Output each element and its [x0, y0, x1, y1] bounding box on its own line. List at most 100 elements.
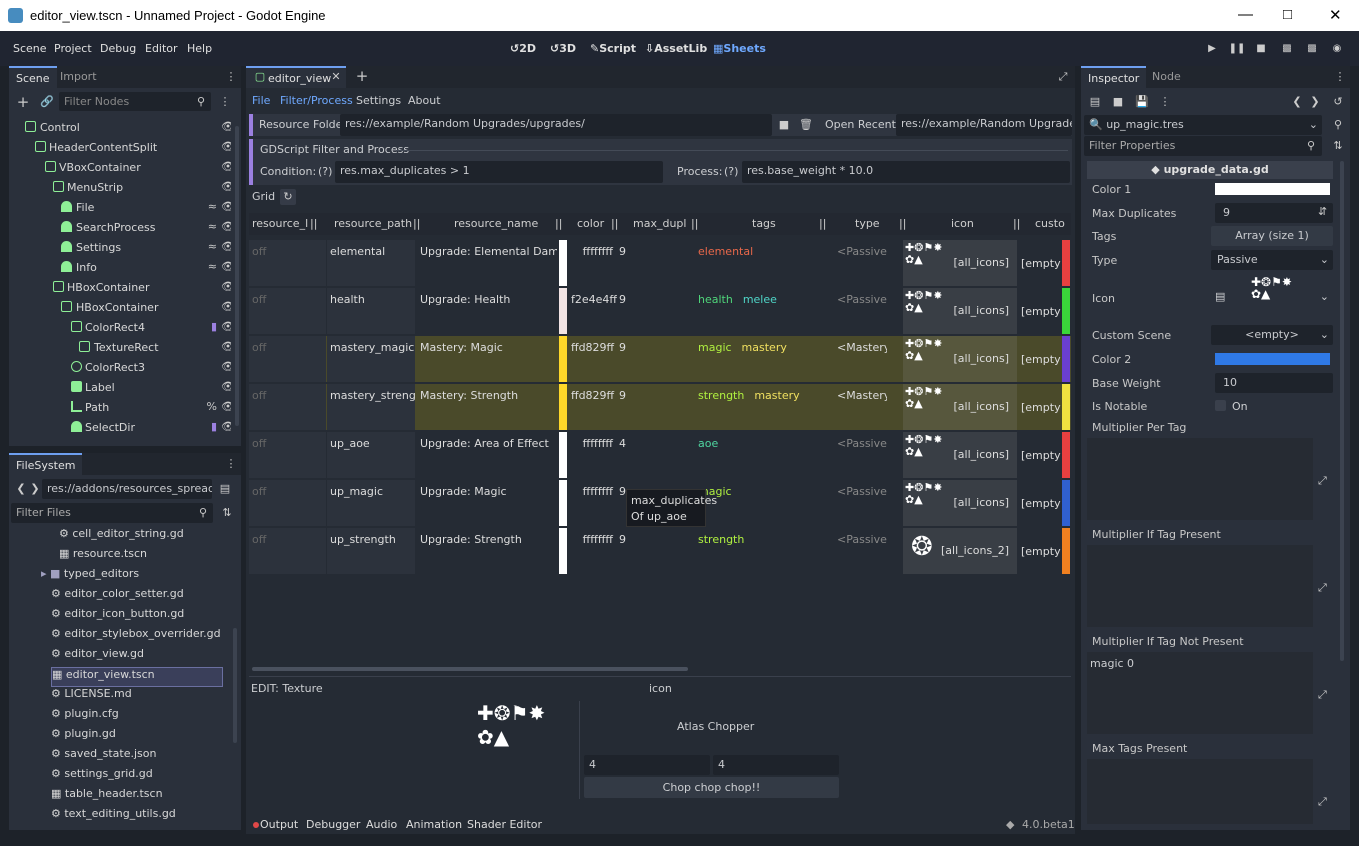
cell-custom[interactable]: [empty]	[1019, 528, 1061, 574]
visibility-icon[interactable]: 👁	[221, 340, 231, 353]
atlas-width-input[interactable]: 4	[584, 755, 710, 775]
cell-path[interactable]: mastery_magic	[327, 336, 415, 382]
column-header[interactable]: tags	[752, 217, 776, 230]
list-item[interactable]: ⚙ plugin.gd	[51, 727, 116, 747]
column-separator[interactable]: ||	[611, 217, 618, 230]
color-swatch[interactable]	[559, 480, 567, 526]
movie-icon[interactable]: ◉	[1328, 40, 1346, 58]
filesystem-scrollbar[interactable]	[233, 628, 237, 743]
tab-node[interactable]: Node	[1145, 66, 1188, 88]
process-input[interactable]: res.base_weight * 10.0	[742, 161, 1070, 183]
cell-name[interactable]: Mastery: Magic	[416, 336, 557, 382]
add-tab-icon[interactable]: +	[354, 68, 370, 84]
visibility-icon[interactable]: 👁	[221, 400, 231, 413]
history-forward-icon[interactable]: ❯	[1307, 94, 1323, 110]
table-row[interactable]: off mastery_magic Mastery: Magic ffd829ff 9 m…	[249, 336, 1071, 382]
expand-icon[interactable]: ⤢	[1318, 474, 1327, 488]
column-header[interactable]: resource_path	[334, 217, 412, 230]
cell-icon[interactable]: ✚❂⚑✸ ✿▲ [all_icons]	[903, 480, 1017, 526]
history-back-icon[interactable]: ❮	[1289, 94, 1305, 110]
column-header[interactable]: resource_l	[252, 217, 308, 230]
column-header[interactable]: max_dupl	[633, 217, 686, 230]
kebab-icon[interactable]: ⋮	[223, 69, 239, 85]
cell-tags[interactable]: health melee	[697, 288, 837, 334]
max-dup-spinbox[interactable]: 9	[1215, 203, 1333, 223]
cell-path[interactable]: up_magic	[327, 480, 415, 526]
cell-tags[interactable]: strength	[697, 528, 837, 574]
grid-hscrollbar[interactable]	[252, 667, 688, 671]
tab-shader-editor[interactable]: Shader Editor	[467, 818, 542, 831]
cell-path[interactable]: health	[327, 288, 415, 334]
list-item[interactable]: ⚙ editor_stylebox_overrider.gd	[51, 627, 221, 647]
cell-custom[interactable]: [empty]	[1019, 288, 1061, 334]
spin-arrows-icon[interactable]: ⇵	[1318, 205, 1327, 218]
cell-custom[interactable]: [empty]	[1019, 336, 1061, 382]
color-swatch[interactable]	[559, 288, 567, 334]
tree-item[interactable]: ColorRect3 👁	[13, 358, 231, 378]
cell-custom[interactable]: [empty]	[1019, 240, 1061, 286]
list-item[interactable]: ⚙ editor_icon_button.gd	[51, 607, 184, 627]
cell-tags[interactable]: magic mastery	[697, 336, 837, 382]
list-item[interactable]: ⚙ plugin.cfg	[51, 707, 119, 727]
cell-tags[interactable]: elemental	[697, 240, 837, 286]
cell-color[interactable]: ffffffff	[567, 240, 617, 286]
cell-dup[interactable]: 9	[619, 288, 689, 334]
list-item[interactable]: ⚙ text_editing_utils.gd	[51, 807, 176, 827]
cell-type[interactable]: <Passive>	[837, 240, 887, 286]
tree-item[interactable]: TextureRect 👁	[13, 338, 231, 358]
base-weight-input[interactable]: 10	[1215, 373, 1333, 393]
mult-if-not-editor[interactable]: magic 0	[1087, 652, 1313, 734]
visibility-icon[interactable]: 👁	[221, 200, 231, 213]
cell-dup[interactable]: 9	[619, 336, 689, 382]
tree-item[interactable]: ColorRect4 ▮ 👁	[13, 318, 231, 338]
maximize-icon[interactable]: □	[1283, 6, 1292, 23]
condition-help[interactable]: (?)	[318, 165, 332, 178]
cell-name[interactable]: Upgrade: Elemental Damage	[416, 240, 557, 286]
refresh-icon[interactable]: ↻	[280, 189, 296, 205]
path-input[interactable]: res://addons/resources_spreadshe	[42, 479, 212, 499]
table-row[interactable]: off health Upgrade: Health f2e4e4ff 9 health m…	[249, 288, 1071, 334]
tree-item[interactable]: HeaderContentSplit 👁	[13, 138, 231, 158]
inspector-scrollbar[interactable]	[1340, 161, 1344, 661]
tab-import[interactable]: Import	[53, 66, 104, 88]
column-separator[interactable]: ||	[310, 217, 317, 230]
cell-dup[interactable]: 9	[619, 528, 689, 574]
list-item[interactable]: ⚙ saved_state.json	[51, 747, 156, 767]
cell-color[interactable]: ffffffff	[567, 432, 617, 478]
list-item[interactable]: ⚙ LICENSE.md	[51, 687, 132, 707]
filter-files-input[interactable]: Filter Files	[11, 503, 213, 523]
type-dropdown[interactable]: Passive ⌄	[1211, 250, 1333, 270]
sort-icon[interactable]: ⇅	[219, 505, 235, 521]
kebab-icon[interactable]: ⋮	[223, 456, 239, 472]
color-swatch[interactable]	[559, 336, 567, 382]
table-row[interactable]: off up_strength Upgrade: Strength ffffffff 9…	[249, 528, 1071, 574]
cell-type[interactable]: <Passive>	[837, 288, 887, 334]
notable-checkbox[interactable]	[1215, 400, 1226, 411]
cell-custom[interactable]: [empty]	[1019, 480, 1061, 526]
tree-item[interactable]: Label 👁	[13, 378, 231, 398]
cell-lock[interactable]: off	[249, 336, 326, 382]
tags-array-button[interactable]: Array (size 1)	[1211, 226, 1333, 246]
menu-project[interactable]: Project	[54, 42, 92, 55]
visibility-icon[interactable]: 👁	[221, 260, 231, 273]
tree-item[interactable]: HBoxContainer 👁	[13, 278, 231, 298]
list-item-selected[interactable]: ▦ editor_view.tscn	[51, 667, 223, 687]
cell-name[interactable]: Upgrade: Magic	[416, 480, 557, 526]
link-icon[interactable]: 🔗	[39, 94, 55, 110]
cell-name[interactable]: Upgrade: Strength	[416, 528, 557, 574]
save-icon[interactable]: 💾	[1134, 94, 1150, 110]
table-row[interactable]: offelementalUpgrade: Elemental Damagefff…	[249, 240, 1071, 286]
mult-if-present-editor[interactable]	[1087, 545, 1313, 627]
visibility-icon[interactable]: 👁	[221, 360, 231, 373]
load-icon[interactable]: ■	[1110, 94, 1126, 110]
cell-icon[interactable]: ✚❂⚑✸ ✿▲ [all_icons]	[903, 288, 1017, 334]
column-separator[interactable]: ||	[899, 217, 906, 230]
column-separator[interactable]: ||	[555, 217, 562, 230]
visibility-icon[interactable]: 👁	[221, 240, 231, 253]
color1-picker[interactable]	[1215, 183, 1330, 195]
cell-name[interactable]: Upgrade: Area of Effect	[416, 432, 557, 478]
cell-lock[interactable]: off	[249, 528, 326, 574]
split-view-icon[interactable]: ▤	[217, 481, 233, 497]
list-item[interactable]: ▦ resource.tscn	[59, 547, 147, 567]
tab-audio[interactable]: Audio	[366, 818, 397, 831]
